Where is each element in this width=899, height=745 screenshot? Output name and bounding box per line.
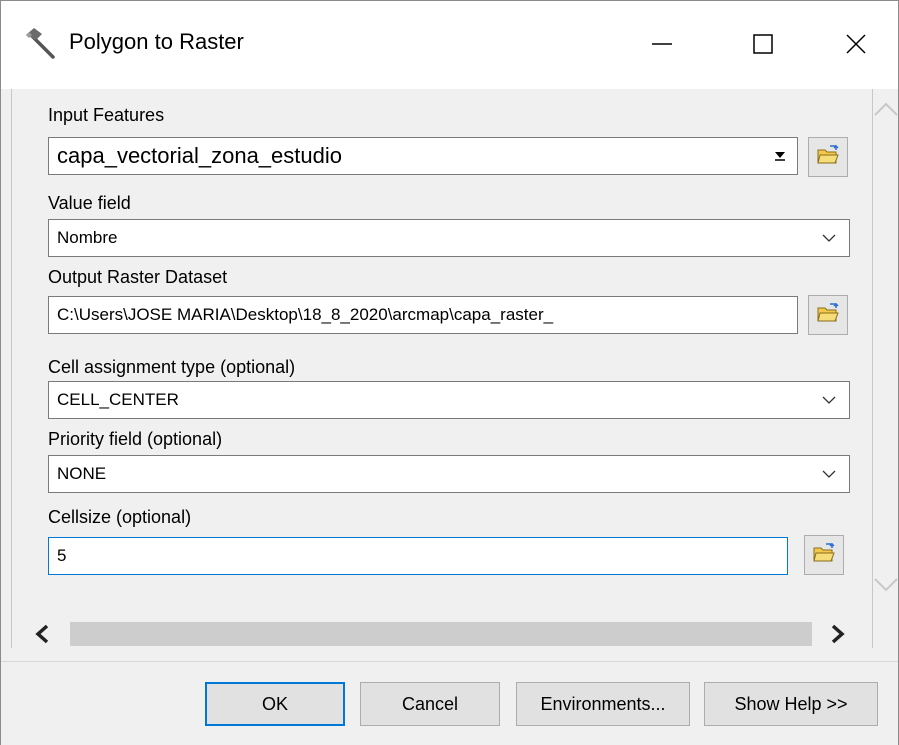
hammer-icon	[23, 25, 59, 61]
chevron-down-icon	[819, 220, 839, 256]
maximize-icon[interactable]	[728, 9, 798, 79]
ok-button[interactable]: OK	[205, 682, 345, 726]
output-raster-value: C:\Users\JOSE MARIA\Desktop\18_8_2020\ar…	[57, 305, 554, 324]
scroll-down-icon[interactable]	[873, 577, 899, 598]
input-features-combo[interactable]: capa_vectorial_zona_estudio	[48, 137, 798, 175]
cell-assignment-value: CELL_CENTER	[57, 390, 179, 409]
scrollbar-thumb[interactable]	[70, 622, 812, 646]
cancel-button[interactable]: Cancel	[360, 682, 500, 726]
cell-assignment-label: Cell assignment type (optional)	[48, 357, 296, 377]
output-raster-label: Output Raster Dataset	[48, 267, 228, 287]
cellsize-browse-button[interactable]	[804, 535, 844, 575]
priority-field-select[interactable]: NONE	[48, 455, 850, 493]
chevron-down-icon	[819, 382, 839, 418]
button-bar: OK Cancel Environments... Show Help >>	[1, 661, 898, 745]
output-raster-input[interactable]: C:\Users\JOSE MARIA\Desktop\18_8_2020\ar…	[48, 296, 798, 334]
input-features-label: Input Features	[48, 105, 165, 125]
horizontal-scrollbar[interactable]	[12, 619, 872, 649]
chevron-down-icon	[819, 456, 839, 492]
cellsize-value: 5	[57, 546, 67, 565]
environments-button[interactable]: Environments...	[516, 682, 690, 726]
window-title: Polygon to Raster	[69, 29, 244, 54]
scroll-left-icon[interactable]	[22, 619, 62, 649]
output-raster-browse-button[interactable]	[808, 295, 848, 335]
priority-field-value: NONE	[57, 464, 107, 483]
value-field-label: Value field	[48, 193, 131, 213]
show-help-button[interactable]: Show Help >>	[704, 682, 878, 726]
cell-assignment-select[interactable]: CELL_CENTER	[48, 381, 850, 419]
open-folder-icon	[812, 542, 836, 569]
value-field-value: Nombre	[57, 228, 118, 247]
parameters-area: Input Features capa_vectorial_zona_estud…	[11, 89, 898, 649]
polygon-to-raster-dialog: Polygon to Raster Input Features capa_ve…	[0, 0, 899, 745]
cellsize-input[interactable]: 5	[48, 537, 788, 575]
dropdown-arrow-icon[interactable]	[771, 146, 789, 164]
value-field-select[interactable]: Nombre	[48, 219, 850, 257]
minimize-icon[interactable]	[627, 9, 697, 79]
title-bar[interactable]: Polygon to Raster	[1, 1, 898, 89]
input-features-browse-button[interactable]	[808, 137, 848, 177]
priority-field-label: Priority field (optional)	[48, 429, 223, 449]
vertical-scrollbar[interactable]	[871, 89, 899, 647]
input-features-value: capa_vectorial_zona_estudio	[57, 143, 342, 168]
close-icon[interactable]	[821, 9, 891, 79]
cellsize-label: Cellsize (optional)	[48, 507, 192, 527]
open-folder-icon	[816, 144, 840, 171]
parameters-panel: Input Features capa_vectorial_zona_estud…	[11, 89, 873, 649]
scroll-right-icon[interactable]	[818, 619, 858, 649]
open-folder-icon	[816, 302, 840, 329]
scroll-up-icon[interactable]	[873, 101, 899, 122]
